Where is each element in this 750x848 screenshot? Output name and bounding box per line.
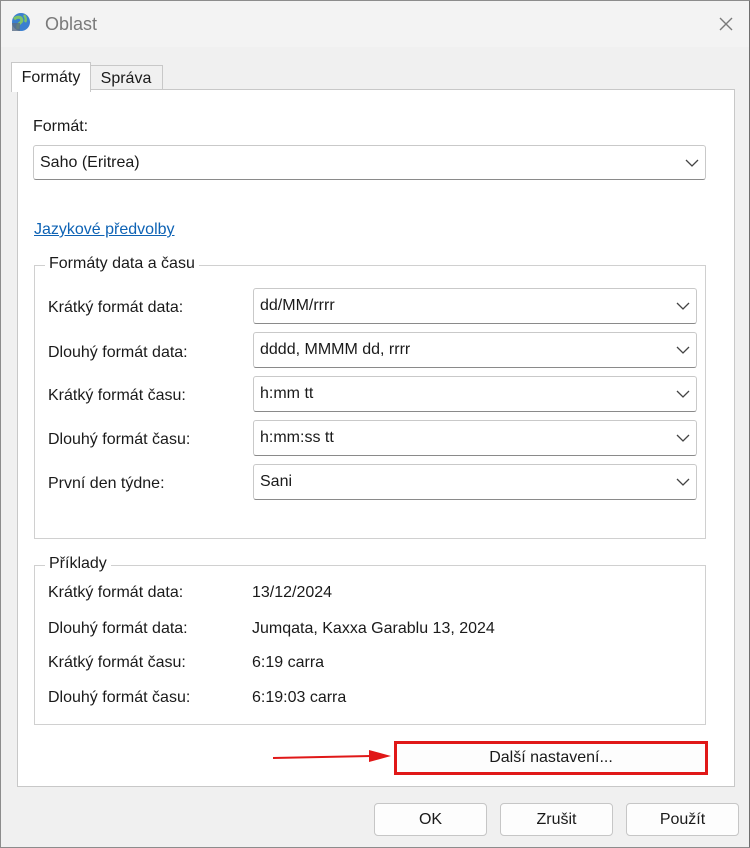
red-arrow-icon	[272, 750, 391, 762]
chevron-down-icon	[676, 346, 690, 354]
short-time-label: Krátký formát času:	[48, 387, 186, 404]
close-icon	[719, 17, 733, 31]
formats-panel: Formát: Saho (Eritrea) Jazykové předvolb…	[17, 89, 735, 787]
chevron-down-icon	[676, 478, 690, 486]
globe-icon	[12, 13, 30, 31]
tab-administration[interactable]: Správa	[89, 65, 163, 92]
example-short-date-value: 13/12/2024	[252, 584, 333, 601]
example-long-time-label: Dlouhý formát času:	[48, 689, 191, 706]
group-title: Formáty data a času	[45, 255, 199, 273]
example-short-time-label: Krátký formát času:	[48, 654, 186, 671]
more-settings-button[interactable]: Další nastavení...	[394, 741, 708, 775]
long-time-value: h:mm:ss tt	[260, 429, 334, 446]
ok-button[interactable]: OK	[374, 803, 487, 836]
group-title: Příklady	[45, 555, 111, 573]
chevron-down-icon	[676, 434, 690, 442]
long-date-value: dddd, MMMM dd, rrrr	[260, 341, 411, 358]
chevron-down-icon	[685, 159, 699, 167]
datetime-formats-group: Formáty data a času Krátký formát data: …	[34, 255, 706, 539]
short-time-value: h:mm tt	[260, 385, 314, 402]
close-button[interactable]	[707, 7, 745, 41]
example-long-date-label: Dlouhý formát data:	[48, 620, 188, 637]
format-label: Formát:	[33, 118, 89, 135]
language-preferences-link[interactable]: Jazykové předvolby	[34, 221, 175, 239]
example-short-time-value: 6:19 carra	[252, 654, 325, 671]
first-day-value: Sani	[260, 473, 293, 490]
tab-formats[interactable]: Formáty	[11, 62, 91, 92]
long-time-select[interactable]: h:mm:ss tt	[253, 420, 697, 456]
long-time-label: Dlouhý formát času:	[48, 431, 191, 448]
cancel-button[interactable]: Zrušit	[500, 803, 613, 836]
short-date-label: Krátký formát data:	[48, 299, 184, 316]
first-day-select[interactable]: Sani	[253, 464, 697, 500]
chevron-down-icon	[676, 302, 690, 310]
format-value: Saho (Eritrea)	[40, 153, 140, 171]
apply-button[interactable]: Použít	[626, 803, 739, 836]
example-long-date-value: Jumqata, Kaxxa Garablu 13, 2024	[252, 620, 495, 637]
first-day-label: První den týdne:	[48, 475, 165, 492]
long-date-label: Dlouhý formát data:	[48, 344, 188, 361]
chevron-down-icon	[676, 390, 690, 398]
short-time-select[interactable]: h:mm tt	[253, 376, 697, 412]
region-dialog: Oblast Formáty Správa Formát: Saho (Erit…	[0, 0, 750, 848]
example-short-date-label: Krátký formát data:	[48, 584, 184, 601]
long-date-select[interactable]: dddd, MMMM dd, rrrr	[253, 332, 697, 368]
examples-group: Příklady Krátký formát data: 13/12/2024 …	[34, 555, 706, 725]
title-bar: Oblast	[1, 1, 749, 47]
window-title: Oblast	[45, 14, 98, 34]
short-date-value: dd/MM/rrrr	[260, 297, 335, 314]
short-date-select[interactable]: dd/MM/rrrr	[253, 288, 697, 324]
format-select[interactable]: Saho (Eritrea)	[33, 145, 706, 180]
example-long-time-value: 6:19:03 carra	[252, 689, 347, 706]
